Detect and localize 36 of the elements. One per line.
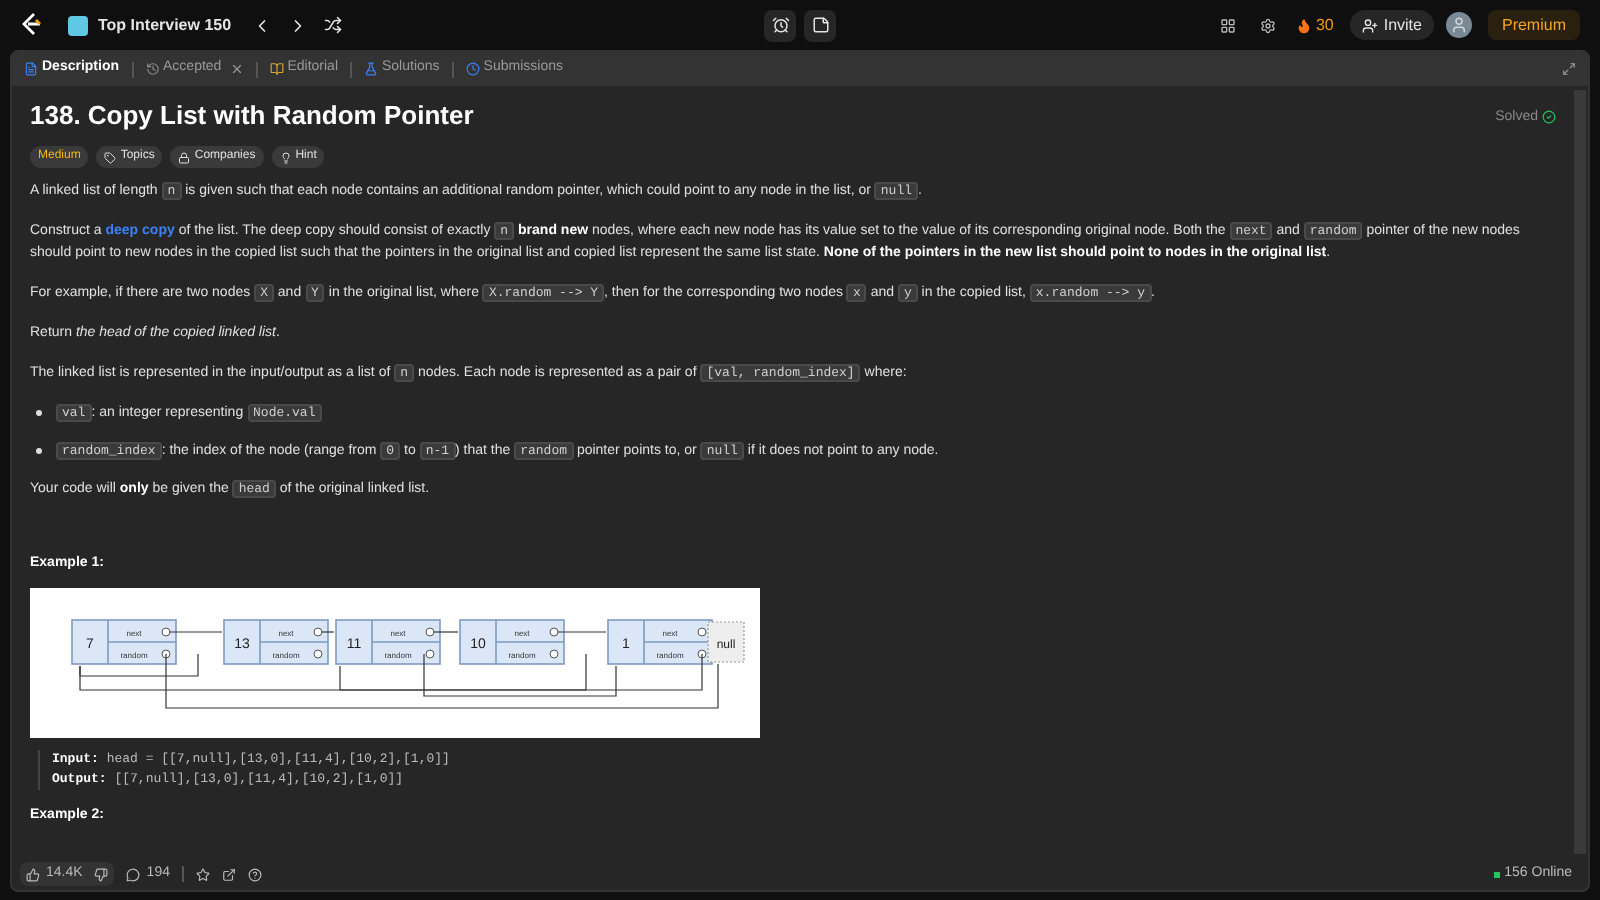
problem-title: 138. Copy List with Random Pointer [30,98,474,134]
dislike-icon[interactable] [94,867,109,881]
flask-icon [364,62,378,76]
help-icon[interactable] [247,867,262,881]
invite-button[interactable]: Invite [1349,10,1434,40]
comment-icon [126,867,141,881]
history-icon [145,62,160,76]
premium-button[interactable]: Premium [1487,10,1580,40]
alarm-clock-icon [771,16,790,34]
streak-count[interactable]: 30 [1315,13,1334,37]
bullet-icon [36,448,42,454]
document-icon [24,62,38,76]
shuffle-icon[interactable] [323,16,342,34]
notes-button[interactable] [804,9,837,41]
maximize-icon[interactable] [1562,62,1576,76]
add-user-icon [1361,17,1378,33]
grid-icon[interactable] [1219,17,1236,33]
logo-icon[interactable] [20,12,44,38]
list-icon [68,15,88,35]
lock-icon [178,151,191,163]
share-icon[interactable] [221,867,236,881]
lightbulb-icon [279,151,292,163]
tag-icon [104,151,117,163]
thumbs-up-icon [26,867,40,881]
flame-icon [1295,17,1312,33]
settings-icon[interactable] [1259,17,1276,33]
bullet-icon [36,410,42,416]
note-icon [811,16,830,34]
check-icon [1542,109,1556,123]
list-title[interactable]: Top Interview 150 [98,13,232,37]
book-icon [269,62,284,76]
avatar[interactable] [1445,12,1472,38]
close-icon[interactable] [229,62,244,76]
timer-button[interactable] [764,9,797,41]
clock-icon [465,62,480,76]
star-icon[interactable] [195,867,210,881]
